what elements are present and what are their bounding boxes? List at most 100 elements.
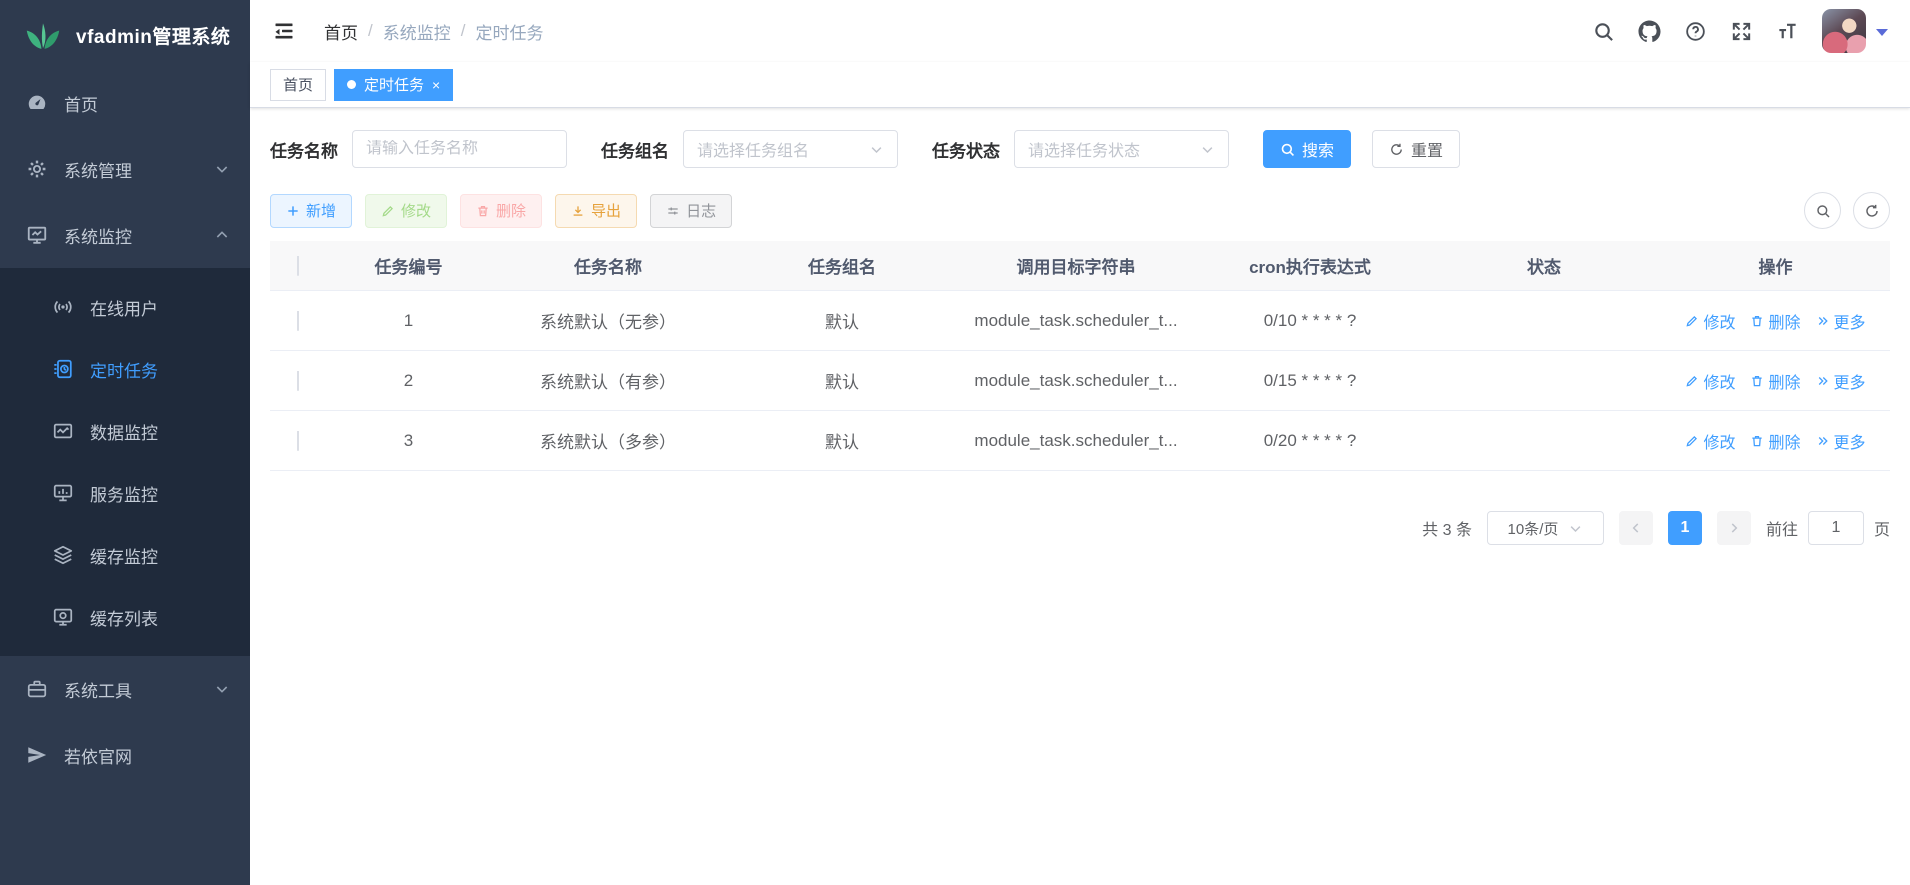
pagination: 共 3 条 10条/页 1 前往 页 [270,511,1890,545]
sidebar-item-cache-list[interactable]: 缓存列表 [0,586,250,648]
task-status-select[interactable]: 请选择任务状态 [1014,130,1229,168]
search-button[interactable]: 搜索 [1263,130,1351,168]
cell-task-name: 系统默认（多参） [491,428,725,453]
log-button[interactable]: 日志 [650,194,732,228]
toolbox-icon [26,678,48,700]
sidebar-item-label: 在线用户 [90,295,158,320]
app-logo[interactable]: vfadmin管理系统 [0,0,250,70]
caret-down-icon [1876,29,1888,36]
sidebar-item-label: 缓存列表 [90,605,158,630]
sidebar-item-label: 首页 [64,91,98,116]
row-checkbox[interactable] [297,431,299,451]
toggle-search-button[interactable] [1804,192,1841,229]
row-edit-link[interactable]: 修改 [1685,309,1735,333]
tag-close-icon[interactable]: × [432,78,440,92]
row-more-link[interactable]: 更多 [1816,309,1866,333]
search-button-label: 搜索 [1302,137,1334,161]
filter-form: 任务名称 任务组名 请选择任务组名 任务状态 请选择任务状态 [270,130,1890,168]
sidebar-item-system-tools[interactable]: 系统工具 [0,656,250,722]
chevron-down-icon [1568,521,1583,536]
task-name-input[interactable] [366,140,553,158]
column-header-task-group: 任务组名 [725,253,959,278]
cell-invoke-target: module_task.scheduler_t... [959,371,1193,391]
chevron-down-icon [869,142,884,157]
pagination-goto: 前往 页 [1766,511,1890,545]
sidebar-item-scheduled-tasks[interactable]: 定时任务 [0,338,250,400]
sidebar-item-label: 数据监控 [90,419,158,444]
fullscreen-icon[interactable] [1730,20,1753,43]
tag-scheduled-tasks[interactable]: 定时任务 × [334,69,453,101]
sidebar-collapse-icon[interactable] [272,19,296,43]
edit-button-label: 修改 [401,200,431,221]
user-avatar[interactable] [1822,9,1866,53]
row-more-link[interactable]: 更多 [1816,429,1866,453]
refresh-icon [1389,142,1404,157]
sidebar-item-official-site[interactable]: 若依官网 [0,722,250,788]
refresh-table-button[interactable] [1853,192,1890,229]
sidebar-item-system-monitor[interactable]: 系统监控 [0,202,250,268]
delete-button[interactable]: 删除 [460,194,542,228]
page-size-select[interactable]: 10条/页 [1487,511,1604,545]
sidebar-item-system-manage[interactable]: 系统管理 [0,136,250,202]
layers-icon [52,544,74,566]
trash-icon [1750,314,1764,328]
plant-logo-icon [24,18,62,52]
row-edit-link[interactable]: 修改 [1685,369,1735,393]
reset-button[interactable]: 重置 [1372,130,1460,168]
breadcrumb-home[interactable]: 首页 [324,19,358,44]
cell-task-group: 默认 [725,308,959,333]
sidebar-item-server-monitor[interactable]: 服务监控 [0,462,250,524]
sidebar-item-data-monitor[interactable]: 数据监控 [0,400,250,462]
trash-icon [476,204,490,218]
double-arrow-icon [1816,314,1830,328]
user-menu[interactable] [1822,9,1888,53]
cell-cron: 0/20 * * * * ? [1193,431,1427,451]
edit-icon [381,204,395,218]
sidebar-item-home[interactable]: 首页 [0,70,250,136]
edit-button[interactable]: 修改 [365,194,447,228]
chevron-down-icon [214,681,230,697]
trash-icon [1750,434,1764,448]
row-checkbox[interactable] [297,371,299,391]
chevron-down-icon [214,161,230,177]
export-button[interactable]: 导出 [555,194,637,228]
search-icon[interactable] [1592,20,1615,43]
main-area: 首页 / 系统监控 / 定时任务 [250,0,1910,885]
next-page-button[interactable] [1717,511,1751,545]
monitor-chart-icon [26,224,48,246]
select-all-checkbox[interactable] [297,256,299,276]
sidebar-item-online-users[interactable]: 在线用户 [0,276,250,338]
document-clock-icon [52,358,74,380]
prev-page-button[interactable] [1619,511,1653,545]
page-number-button[interactable]: 1 [1668,511,1702,545]
cell-task-group: 默认 [725,428,959,453]
row-checkbox[interactable] [297,311,299,331]
row-edit-link[interactable]: 修改 [1685,429,1735,453]
breadcrumb-separator: / [368,21,373,41]
cell-cron: 0/10 * * * * ? [1193,311,1427,331]
github-icon[interactable] [1638,20,1661,43]
add-button[interactable]: 新增 [270,194,352,228]
column-header-cron: cron执行表达式 [1193,253,1427,278]
page-unit-label: 页 [1874,516,1890,540]
log-button-label: 日志 [686,200,716,221]
goto-label: 前往 [1766,516,1798,540]
trash-icon [1750,374,1764,388]
table-toolbar: 新增 修改 删除 导出 日志 [270,192,1890,229]
gear-icon [26,158,48,180]
sidebar-item-label: 服务监控 [90,481,158,506]
font-size-icon[interactable] [1776,20,1799,43]
row-delete-link[interactable]: 删除 [1750,369,1800,393]
edit-icon [1685,374,1699,388]
cell-task-name: 系统默认（有参） [491,368,725,393]
task-group-select[interactable]: 请选择任务组名 [683,130,898,168]
goto-page-input[interactable] [1808,511,1864,545]
row-delete-link[interactable]: 删除 [1750,309,1800,333]
column-header-invoke-target: 调用目标字符串 [959,253,1193,278]
help-icon[interactable] [1684,20,1707,43]
row-more-link[interactable]: 更多 [1816,369,1866,393]
row-delete-link[interactable]: 删除 [1750,429,1800,453]
sidebar-item-cache-monitor[interactable]: 缓存监控 [0,524,250,586]
double-arrow-icon [1816,434,1830,448]
tag-home[interactable]: 首页 [270,69,326,101]
